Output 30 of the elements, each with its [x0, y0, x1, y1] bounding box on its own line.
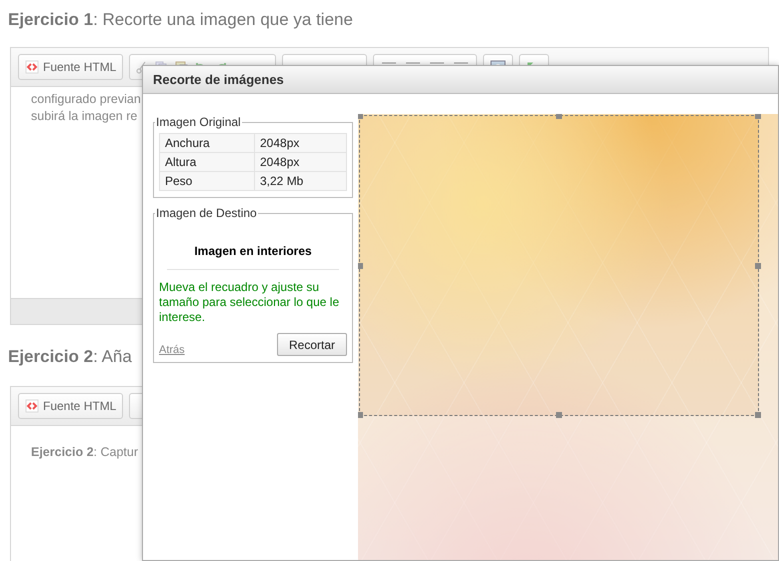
- resize-handle[interactable]: [556, 412, 562, 418]
- content-text: Ejercicio 2: Captur: [31, 444, 138, 461]
- panel-legend: Imagen de Destino: [155, 206, 258, 220]
- property-value: 3,22 Mb: [254, 172, 346, 190]
- html-source-button[interactable]: Fuente HTML: [18, 393, 124, 419]
- resize-handle[interactable]: [556, 114, 562, 119]
- property-value: 2048px: [254, 152, 346, 172]
- resize-handle[interactable]: [755, 262, 761, 268]
- resize-handle[interactable]: [358, 262, 363, 268]
- scissors-icon[interactable]: [134, 60, 148, 74]
- code-icon: [25, 399, 39, 413]
- resize-handle[interactable]: [755, 114, 761, 119]
- back-link[interactable]: Atrás: [159, 344, 185, 356]
- resize-handle[interactable]: [358, 412, 363, 418]
- crop-button[interactable]: Recortar: [276, 333, 347, 356]
- exercise-heading: Ejercicio 2: Aña: [8, 346, 132, 368]
- resize-handle[interactable]: [755, 412, 761, 418]
- content-text: subirá la imagen re: [31, 108, 138, 125]
- image-name: Imagen en interiores: [167, 224, 339, 270]
- property-label: Altura: [160, 152, 254, 172]
- crop-hint: Mueva el recuadro y ajuste su tamaño para seleccionar lo que le interese.: [159, 280, 340, 325]
- dialog-title: Recorte de imágenes: [143, 66, 778, 94]
- exercise-heading: Ejercicio 1: Recorte una imagen que ya tiene: [8, 9, 353, 31]
- html-source-button[interactable]: Fuente HTML: [18, 54, 124, 80]
- property-value: 2048px: [254, 134, 346, 152]
- panel-legend: Imagen Original: [155, 115, 242, 129]
- code-icon: [25, 60, 39, 74]
- property-label: Anchura: [160, 134, 254, 152]
- content-text: configurado previan: [31, 91, 141, 108]
- property-label: Peso: [160, 172, 254, 190]
